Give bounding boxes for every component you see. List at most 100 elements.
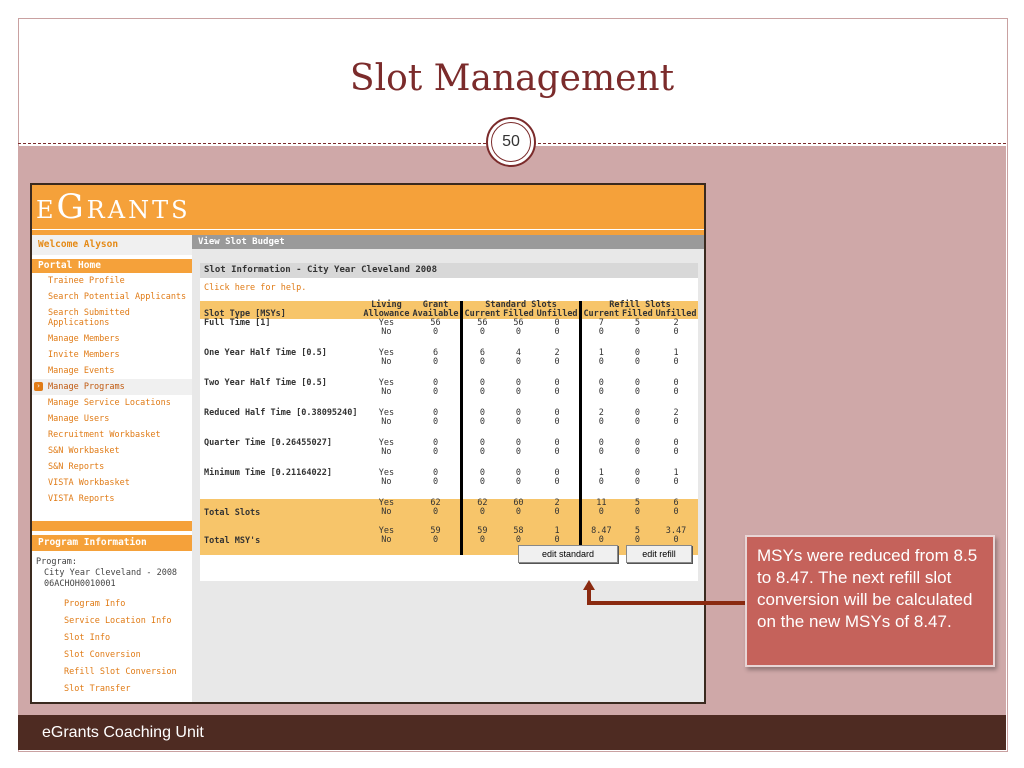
- cell-value: No: [381, 417, 392, 427]
- sidebar-item[interactable]: Manage Users: [32, 411, 192, 427]
- sidebar-item[interactable]: VISTA Workbasket: [32, 475, 192, 491]
- cell-value: 0: [515, 327, 521, 337]
- program-name: City Year Cleveland - 2008: [44, 568, 178, 578]
- cell-value: 0: [598, 535, 604, 545]
- cell-value: 0: [673, 357, 679, 367]
- cell-ref-unf: 20: [654, 319, 698, 349]
- sidebar-item[interactable]: Recruitment Workbasket: [32, 427, 192, 443]
- page-number-badge: 50: [486, 117, 536, 167]
- sidebar-item-label: Manage Members: [48, 334, 120, 344]
- cell-value: 0: [634, 327, 640, 337]
- egrants-header: eGrants: [32, 185, 704, 235]
- cell-value: No: [381, 447, 392, 457]
- help-link[interactable]: Click here for help.: [200, 278, 698, 295]
- sidebar-item-label: Manage Users: [48, 414, 110, 424]
- cell-value: 0: [479, 535, 485, 545]
- sidebar-item[interactable]: VISTA Reports: [32, 491, 192, 507]
- cell-ref-unf: 10: [654, 469, 698, 499]
- sidebar-item[interactable]: Manage Events: [32, 363, 192, 379]
- cell-value: 0: [673, 417, 679, 427]
- cell-value: 0: [554, 327, 560, 337]
- callout-box: MSYs were reduced from 8.5 to 8.47. The …: [745, 535, 995, 667]
- sidebar-item[interactable]: S&N Reports: [32, 459, 192, 475]
- cell-la: Yes No: [362, 409, 411, 439]
- table-row: Full Time [1] Yes No 56 0 56 0 56 0 0 0 7 0 5 0 2 0: [200, 319, 698, 349]
- sidebar-item-label: S&N Reports: [48, 462, 105, 472]
- sidebar-item[interactable]: Search Potential Applicants: [32, 289, 192, 305]
- arrow-right-icon: ›: [34, 382, 43, 391]
- cell-std-unf: 20: [535, 349, 580, 379]
- cell-value: 0: [479, 477, 485, 487]
- sidebar-item[interactable]: Invite Members: [32, 347, 192, 363]
- edit-standard-button[interactable]: edit standard: [518, 545, 618, 563]
- program-submenu-item[interactable]: Slot Conversion: [32, 647, 192, 664]
- cell-value: 0: [554, 387, 560, 397]
- sidebar-divider: [32, 521, 192, 531]
- cell-value: 0: [598, 387, 604, 397]
- cell-ref-fill: 00: [621, 409, 654, 439]
- page-number: 50: [491, 122, 531, 162]
- table-row: Minimum Time [0.21164022] Yes No 0 0 0 0 0 0 0 0 1 0…: [200, 469, 698, 499]
- cell-ref-unf: 00: [654, 439, 698, 469]
- cell-value: 0: [432, 507, 439, 517]
- program-submenu-item[interactable]: Service Location Info: [32, 613, 192, 630]
- sidebar-item-label: Manage Programs: [48, 382, 125, 392]
- cell-grant: 60: [411, 349, 462, 379]
- cell-ref-cur: 00: [579, 379, 621, 409]
- cell-value: 0: [515, 357, 521, 367]
- sidebar-item-label: Search Submitted Applications: [48, 308, 130, 328]
- cell-grant: 00: [411, 469, 462, 499]
- cell-value: 0: [634, 535, 640, 545]
- cell-value: 0: [432, 417, 439, 427]
- cell-std-unf: 00: [535, 379, 580, 409]
- cell-ref-fill: 00: [621, 349, 654, 379]
- cell-value: 0: [479, 447, 485, 457]
- view-slot-budget-title: View Slot Budget: [192, 235, 704, 249]
- sidebar-item[interactable]: Trainee Profile: [32, 273, 192, 289]
- cell-value: 0: [432, 477, 439, 487]
- cell-ref-unf: 00: [654, 379, 698, 409]
- sidebar-item[interactable]: S&N Workbasket: [32, 443, 192, 459]
- cell-value: 0: [554, 535, 560, 545]
- cell-value: 0: [554, 417, 560, 427]
- footer-bar: eGrants Coaching Unit: [18, 715, 1006, 750]
- cell-ref-fill: 00: [621, 379, 654, 409]
- sidebar-item[interactable]: › Manage Programs: [32, 379, 192, 395]
- cell-ref-cur: 10: [579, 469, 621, 499]
- main-content: View Slot Budget Slot Information - City…: [192, 235, 704, 702]
- sidebar-item-label: VISTA Workbasket: [48, 478, 130, 488]
- cell-value: 0: [598, 507, 604, 517]
- sidebar-item[interactable]: Manage Service Locations: [32, 395, 192, 411]
- program-id: 06ACHOH0010001: [44, 579, 116, 589]
- portal-home-link[interactable]: Portal Home: [32, 259, 192, 273]
- edit-refill-button[interactable]: edit refill: [626, 545, 692, 563]
- cell-value: 0: [554, 357, 560, 367]
- edit-buttons: edit standard edit refill: [200, 545, 698, 565]
- program-submenu-item[interactable]: Slot Transfer: [32, 681, 192, 698]
- sidebar-item-label: Manage Service Locations: [48, 398, 171, 408]
- slot-information-title: Slot Information - City Year Cleveland 2…: [200, 263, 698, 278]
- table-row: Reduced Half Time [0.38095240] Yes No 0 0 0 0 0…: [200, 409, 698, 439]
- table-row: Quarter Time [0.26455027] Yes No 0 0 0 0 0 0 0 0 0 0…: [200, 439, 698, 469]
- cell-value: 0: [634, 417, 640, 427]
- cell-value: 0: [673, 535, 679, 545]
- program-submenu-item[interactable]: Slot Info: [32, 630, 192, 647]
- cell-value: 0: [432, 387, 439, 397]
- cell-value: 0: [432, 447, 439, 457]
- sidebar-item[interactable]: Search Submitted Applications: [32, 305, 192, 331]
- slide-title: Slot Management: [349, 58, 675, 99]
- cell-std-cur: 00: [460, 379, 502, 409]
- program-submenu-item[interactable]: Refill Slot Conversion: [32, 664, 192, 681]
- cell-la: Yes No: [362, 439, 411, 469]
- program-submenu-item[interactable]: Program Info: [32, 596, 192, 613]
- sidebar-item[interactable]: Manage Members: [32, 331, 192, 347]
- cell-ref-cur: 70: [579, 319, 621, 349]
- cell-ref-cur: 10: [579, 349, 621, 379]
- cell-value: 0: [598, 327, 604, 337]
- cell-value: 0: [634, 387, 640, 397]
- cell-value: 0: [515, 387, 521, 397]
- cell-value: No: [381, 477, 392, 487]
- cell-la: Yes No: [362, 349, 411, 379]
- program-details: Program: City Year Cleveland - 2008 06AC…: [32, 551, 192, 590]
- cell-value: 0: [673, 327, 679, 337]
